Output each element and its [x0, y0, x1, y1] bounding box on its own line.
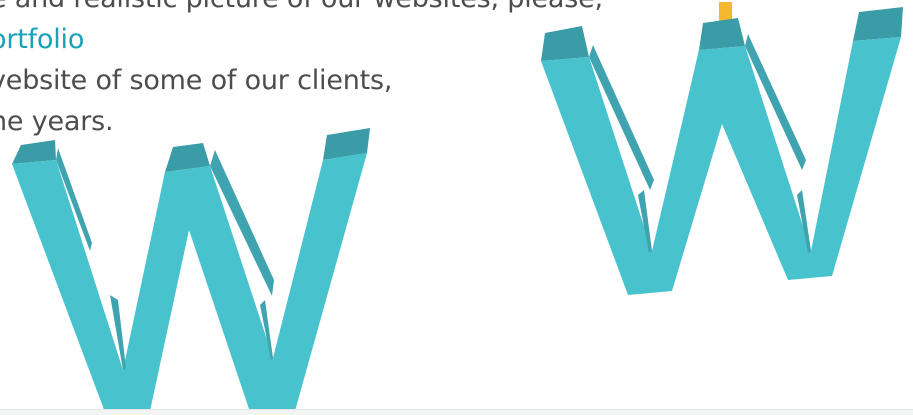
- portfolio-link[interactable]: ortfolio: [0, 19, 810, 60]
- intro-line-1: e and realistic picture of our websites,…: [0, 0, 810, 19]
- intro-line-4: ne years.: [0, 106, 114, 137]
- letter-w-3d-left-icon: [12, 128, 370, 415]
- section-divider: [0, 409, 913, 415]
- page-viewport: e and realistic picture of our websites,…: [0, 0, 913, 415]
- intro-line-3: vebsite of some of our clients,: [0, 65, 393, 96]
- intro-text-block: e and realistic picture of our websites,…: [0, 0, 810, 142]
